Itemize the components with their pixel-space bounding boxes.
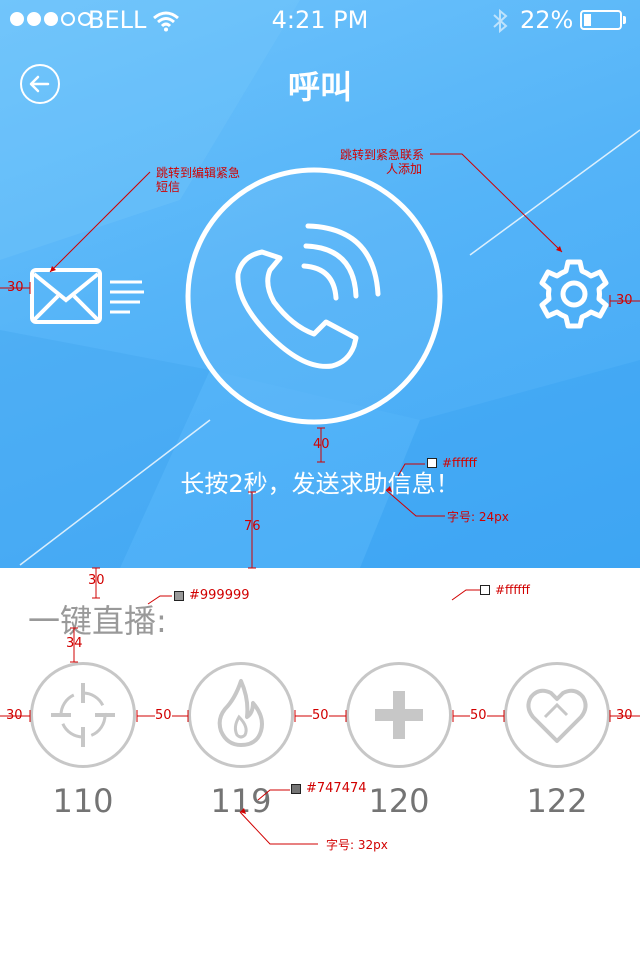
dial-119-number: 119 xyxy=(210,782,272,820)
battery-icon xyxy=(580,10,622,30)
page-title: 呼叫 xyxy=(287,68,352,106)
plus-icon xyxy=(375,691,423,739)
annotation-hint-size: 字号: 24px xyxy=(447,510,509,524)
flame-icon xyxy=(217,679,264,747)
annotation-settings-note-line2: 人添加 xyxy=(386,162,423,176)
annotation-gap-text-bottom: 76 xyxy=(244,519,261,534)
section-color-swatch xyxy=(174,591,184,601)
dial-120-button[interactable] xyxy=(346,662,452,768)
dial-122-button[interactable] xyxy=(504,662,610,768)
annotation-gap-title-icons: 34 xyxy=(66,636,83,651)
annotation-sms-note: 跳转到编辑紧急 短信 xyxy=(156,166,240,194)
sms-button[interactable] xyxy=(30,268,146,326)
annotation-gap-2: 50 xyxy=(312,708,329,723)
settings-button[interactable] xyxy=(538,258,610,330)
annotation-settings-note: 跳转到紧急联系 人添加 xyxy=(340,148,424,176)
number-color-swatch xyxy=(291,784,301,794)
battery-level xyxy=(584,14,592,26)
annotation-gap-3: 50 xyxy=(470,708,487,723)
status-bar: BELL 4:21 PM 22% xyxy=(0,0,640,40)
annotation-gap-circle-text: 40 xyxy=(313,437,330,452)
heart-icon xyxy=(526,688,588,743)
annotation-settings-note-line1: 跳转到紧急联系 xyxy=(340,148,425,162)
bluetooth-icon xyxy=(493,8,508,34)
envelope-icon xyxy=(30,268,102,324)
annotation-sms-note-line1: 跳转到编辑紧急 xyxy=(156,166,241,180)
annotation-margin-right: 30 xyxy=(616,708,633,723)
annotation-gap-right-gear: 30 xyxy=(616,293,633,308)
hint-color-swatch xyxy=(427,458,437,468)
call-button[interactable] xyxy=(184,166,444,426)
annotation-number-color: #747474 xyxy=(306,781,367,796)
annotation-gap-1: 50 xyxy=(155,708,172,723)
hero-panel: BELL 4:21 PM 22% 呼叫 长按2秒，发送求助信息！ xyxy=(0,0,640,568)
annotation-bg-color: #ffffff xyxy=(495,583,530,597)
dial-110-button[interactable] xyxy=(30,662,136,768)
long-press-hint: 长按2秒，发送求助信息！ xyxy=(180,470,460,498)
gear-icon xyxy=(539,259,609,329)
battery-percent: 22% xyxy=(520,6,574,34)
dial-122-number: 122 xyxy=(526,782,588,820)
annotation-gap-left-mail: 30 xyxy=(7,280,24,295)
battery-tip xyxy=(623,16,626,24)
annotation-number-size: 字号: 32px xyxy=(326,838,388,852)
dial-119-button[interactable] xyxy=(188,662,294,768)
crosshair-icon xyxy=(51,683,115,747)
annotation-gap-top-section: 30 xyxy=(88,573,105,588)
text-lines-icon xyxy=(110,280,144,314)
annotation-section-color: #999999 xyxy=(189,588,250,603)
dial-110-number: 110 xyxy=(52,782,114,820)
section-title: 一键直播: xyxy=(28,602,167,640)
bg-color-swatch xyxy=(480,585,490,595)
annotation-margin-left: 30 xyxy=(6,708,23,723)
annotation-sms-note-line2: 短信 xyxy=(156,180,181,194)
annotation-hint-color: #ffffff xyxy=(442,456,477,470)
